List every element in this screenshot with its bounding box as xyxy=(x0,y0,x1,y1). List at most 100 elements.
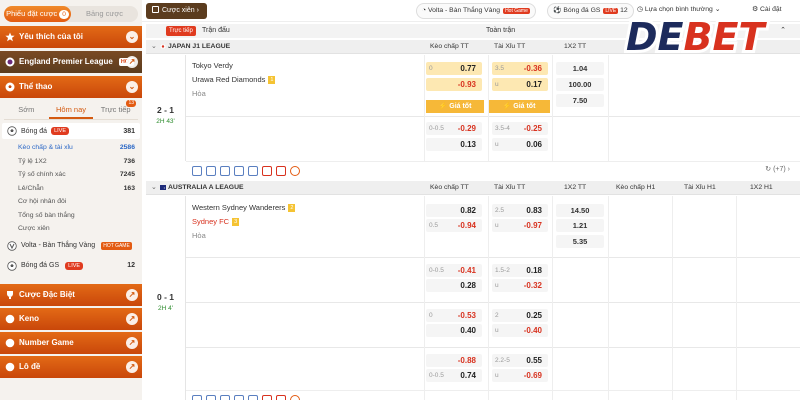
gs-football-link[interactable]: Bóng đá GS LIVE 12 xyxy=(0,256,142,276)
chevron-down-icon: ⌄ xyxy=(126,81,138,93)
odds-button[interactable]: 14.50 xyxy=(556,204,604,217)
favorites-header[interactable]: Yêu thích của tôi ⌄ xyxy=(0,26,142,48)
chevron-down-icon: ⌄ xyxy=(151,184,157,191)
odds-button[interactable]: 0.5 -0.94 xyxy=(426,219,482,232)
market-item[interactable]: Cược xiên xyxy=(0,222,142,236)
gs-football-pill[interactable]: ⚽ Bóng đá GS LIVE 12 xyxy=(547,3,634,19)
tab-early[interactable]: Sớm xyxy=(4,100,49,119)
chart-icon[interactable] xyxy=(248,166,258,176)
odds-button[interactable]: u -0.69 xyxy=(492,369,548,382)
draw-label: Hòa xyxy=(192,231,206,240)
eye-icon[interactable] xyxy=(220,166,230,176)
match-teams: Western Sydney Wanderers 2 Sydney FC 3 Hòa xyxy=(186,201,424,243)
more-markets-link[interactable]: ↻ (+7) › xyxy=(765,165,790,173)
volta-icon: ◔ xyxy=(422,7,427,14)
fire-icon[interactable] xyxy=(276,166,286,176)
debet-logo: DEBET DEBET xyxy=(624,12,770,60)
odds-button[interactable]: 0-0.5 -0.29 xyxy=(426,122,482,135)
odds-button[interactable]: 0.82 xyxy=(426,204,482,217)
sports-header[interactable]: Thể thao ⌄ xyxy=(0,76,142,98)
sport-football[interactable]: Bóng đá LIVE 381 xyxy=(2,123,140,139)
odds-button[interactable]: 2.2-5 0.55 xyxy=(492,354,548,367)
count: 12 xyxy=(127,262,135,269)
football-markets: Kèo chấp & tài xỉu 2586 Tỷ lệ 1X2 736 Tỷ s… xyxy=(0,141,142,236)
odds-button[interactable]: -0.88 xyxy=(426,354,482,367)
live-stream-icon[interactable] xyxy=(262,395,272,400)
odds-button[interactable]: 1.04 xyxy=(556,62,604,75)
gift-icon[interactable] xyxy=(290,166,300,176)
odds-button[interactable]: 0.40 xyxy=(426,324,482,337)
odds-button[interactable]: 2 0.25 xyxy=(492,309,548,322)
yellow-card-icon: 3 xyxy=(232,218,240,226)
tab-today[interactable]: Hôm nay xyxy=(48,100,94,119)
tv-icon[interactable] xyxy=(234,395,244,400)
market-item[interactable]: Tỷ số chính xác 7245 xyxy=(0,168,142,182)
market-item[interactable]: Tỷ lệ 1X2 736 xyxy=(0,155,142,169)
star-icon[interactable] xyxy=(192,395,202,400)
live-tag: LIVE xyxy=(603,8,619,14)
best-price-badge: ⚡ Giá tốt xyxy=(426,100,484,113)
specials-link[interactable]: Cược Đặc Biệt ↗ xyxy=(0,283,142,306)
chevron-down-icon: ⌄ xyxy=(151,43,157,50)
combo-icon xyxy=(152,6,159,13)
odds-button[interactable]: u 0.17 xyxy=(492,78,548,91)
match-status: 0 - 1 2H 4' xyxy=(146,196,186,400)
market-item[interactable]: Cơ hội nhân đôi xyxy=(0,195,142,209)
gift-icon[interactable] xyxy=(290,395,300,400)
live-stream-icon[interactable] xyxy=(262,166,272,176)
fire-icon[interactable] xyxy=(276,395,286,400)
market-item[interactable]: Kèo chấp & tài xỉu 2586 xyxy=(0,141,142,155)
keno-link[interactable]: Keno ↗ xyxy=(0,307,142,330)
volta-link[interactable]: Volta - Bàn Thắng Vàng HOT GAME xyxy=(0,236,142,256)
odds-button[interactable]: 0 0.77 xyxy=(426,62,482,75)
japan-flag-icon xyxy=(160,44,166,49)
odds-button[interactable]: u -0.97 xyxy=(492,219,548,232)
eye-icon[interactable] xyxy=(220,395,230,400)
odds-button[interactable]: 0.13 xyxy=(426,138,482,151)
away-team: Sydney FC 3 xyxy=(192,217,240,226)
count: 381 xyxy=(123,127,135,135)
odds-button[interactable]: 0-0.5 0.74 xyxy=(426,369,482,382)
tab-live[interactable]: Trực tiếp 13 xyxy=(93,100,138,119)
sidebar: Phiếu đặt cược 0 Bảng cược Yêu thích của … xyxy=(0,0,142,400)
odds-button[interactable]: 7.50 xyxy=(556,94,604,107)
market-item[interactable]: Lẻ/Chẵn 163 xyxy=(0,182,142,196)
chart-icon[interactable] xyxy=(248,395,258,400)
odds-button[interactable]: u 0.06 xyxy=(492,138,548,151)
odds-button[interactable]: 0-0.5 -0.41 xyxy=(426,264,482,277)
combo-bet-button[interactable]: Cược xiên › xyxy=(146,3,207,19)
odds-button[interactable]: 1.5-2 0.18 xyxy=(492,264,548,277)
stats-icon[interactable] xyxy=(206,395,216,400)
live-count-badge: 13 xyxy=(126,100,137,107)
odds-button[interactable]: 0.28 xyxy=(426,279,482,292)
svg-text:DEBET: DEBET xyxy=(626,15,767,59)
lode-link[interactable]: Lô đề ↗ xyxy=(0,355,142,378)
odds-button[interactable]: 5.35 xyxy=(556,235,604,248)
odds-button[interactable]: 3.5-4 -0.25 xyxy=(492,122,548,135)
home-team: Western Sydney Wanderers 2 xyxy=(192,203,296,212)
australia-flag-icon xyxy=(160,185,166,190)
tab-bet-slip[interactable]: Phiếu đặt cược 0 xyxy=(4,6,71,22)
odds-button[interactable]: -0.93 xyxy=(426,78,482,91)
match-time: 2H 43' xyxy=(156,118,175,125)
trophy-icon xyxy=(7,290,13,299)
live-badge: Trực tiếp xyxy=(166,26,196,36)
odds-button[interactable]: 2.5 0.83 xyxy=(492,204,548,217)
star-icon[interactable] xyxy=(192,166,202,176)
odds-button[interactable]: 0 -0.53 xyxy=(426,309,482,322)
epl-link[interactable]: England Premier LeagueHOT ↗ xyxy=(0,51,142,73)
tab-bet-board[interactable]: Bảng cược xyxy=(71,6,138,22)
odds-button[interactable]: 100.00 xyxy=(556,78,604,91)
odds-button[interactable]: u -0.32 xyxy=(492,279,548,292)
stats-icon[interactable] xyxy=(206,166,216,176)
odds-button[interactable]: u -0.40 xyxy=(492,324,548,337)
volta-pill[interactable]: ◔ Volta - Bàn Thắng Vàng Hot Game xyxy=(416,3,536,19)
odds-button[interactable]: 1.21 xyxy=(556,219,604,232)
number-game-link[interactable]: Number Game ↗ xyxy=(0,331,142,354)
tv-icon[interactable] xyxy=(234,166,244,176)
hot-game-tag: Hot Game xyxy=(503,8,530,14)
market-item[interactable]: Tổng số bàn thắng xyxy=(0,209,142,223)
league-bar[interactable]: ⌄ AUSTRALIA A LEAGUE Kèo chấp TT Tài Xỉu… xyxy=(146,181,800,195)
odds-button[interactable]: 3.5 -0.36 xyxy=(492,62,548,75)
col-fulltime: Toàn trận xyxy=(486,27,516,34)
